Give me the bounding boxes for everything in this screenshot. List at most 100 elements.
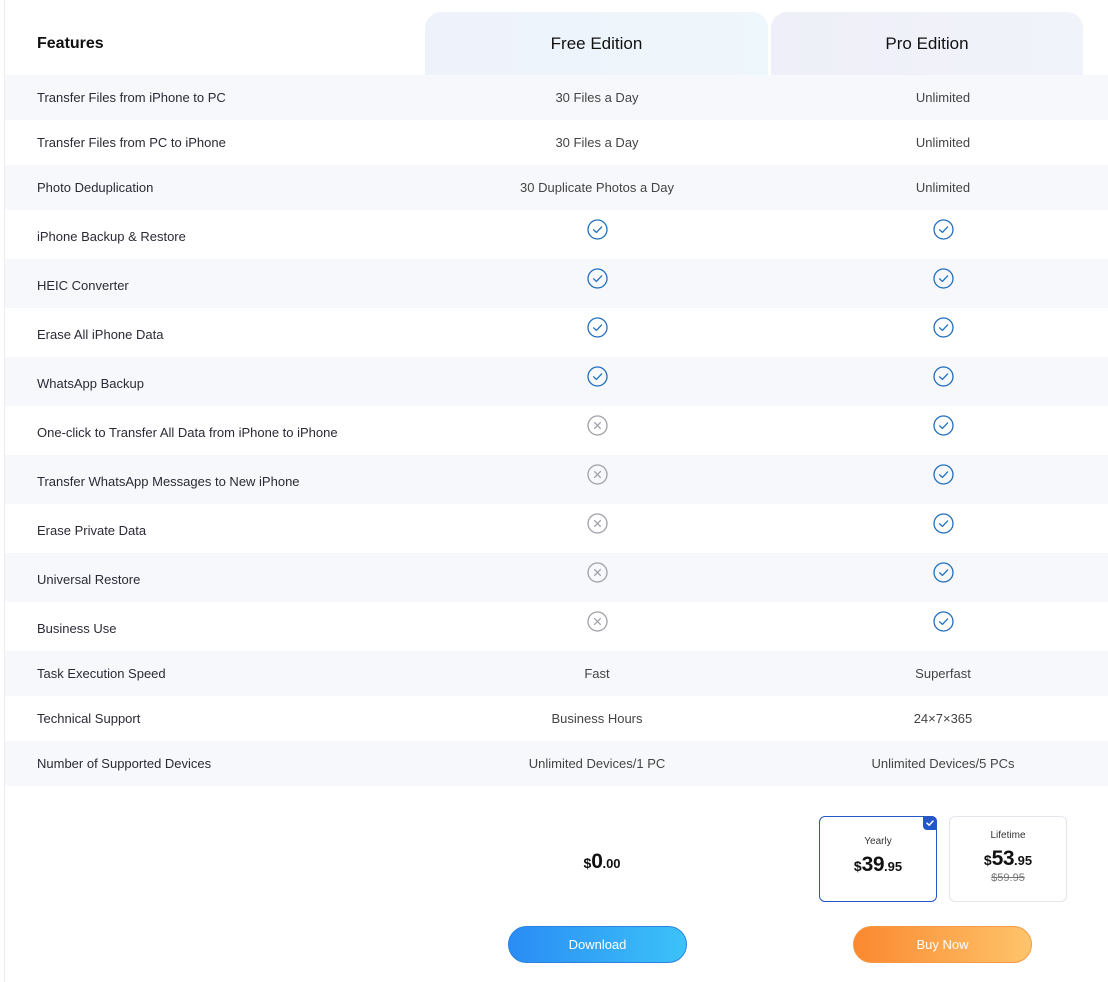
free-check-icon (447, 366, 747, 387)
feature-name: One-click to Transfer All Data from iPho… (37, 425, 338, 440)
free-cross-icon (447, 611, 747, 632)
free-check-icon (447, 268, 747, 289)
table-row: Transfer Files from iPhone to PC 30 Files… (5, 75, 1108, 120)
check-icon (932, 366, 954, 387)
feature-name: HEIC Converter (37, 278, 129, 293)
pro-value: Unlimited (915, 135, 971, 150)
download-button[interactable]: Download (508, 926, 687, 963)
table-row: Universal Restore (5, 553, 1108, 602)
lifetime-currency: $ (983, 852, 992, 868)
check-icon (586, 268, 608, 289)
cross-icon (586, 562, 608, 583)
free-edition-label: Free Edition (550, 33, 643, 53)
check-icon (586, 317, 608, 338)
feature-name: Transfer Files from iPhone to PC (37, 90, 226, 105)
table-row: iPhone Backup & Restore (5, 210, 1108, 259)
table-row: Erase All iPhone Data (5, 308, 1108, 357)
cross-icon (586, 611, 608, 632)
pro-check-icon (793, 317, 1093, 338)
lifetime-cents: .95 (1014, 853, 1033, 868)
feature-name: Task Execution Speed (37, 666, 166, 681)
free-value: Unlimited Devices/1 PC (528, 756, 666, 771)
plan-yearly-price: $39.95 (820, 853, 936, 877)
table-row: Number of Supported Devices Unlimited Dev… (5, 741, 1108, 786)
cross-icon (586, 513, 608, 534)
yearly-whole: 39 (861, 853, 885, 876)
pro-value: Unlimited (915, 180, 971, 195)
free-cross-icon (447, 562, 747, 583)
yearly-cents: .95 (884, 859, 903, 874)
pro-check-icon (793, 219, 1093, 240)
pro-value: Unlimited (915, 90, 971, 105)
pro-check-icon (793, 562, 1093, 583)
feature-name: Business Use (37, 621, 117, 636)
pro-check-icon (793, 464, 1093, 485)
table-row: Task Execution Speed Fast Superfast (5, 651, 1108, 696)
table-row: Transfer WhatsApp Messages to New iPhone (5, 455, 1108, 504)
buy-now-button[interactable]: Buy Now (853, 926, 1032, 963)
free-value: Business Hours (551, 711, 643, 726)
lifetime-original-price: $59.95 (991, 872, 1025, 884)
check-icon (932, 317, 954, 338)
pro-value: Unlimited Devices/5 PCs (871, 756, 1015, 771)
feature-name: Number of Supported Devices (37, 756, 212, 771)
feature-table: Transfer Files from iPhone to PC 30 Files… (5, 75, 1108, 786)
plan-lifetime-label: Lifetime (990, 830, 1026, 841)
pro-edition-label: Pro Edition (885, 33, 969, 53)
selected-check-icon (923, 816, 937, 830)
plan-yearly-label: Yearly (864, 836, 892, 847)
free-price-cents: .00 (602, 856, 621, 871)
lifetime-whole: 53 (991, 847, 1015, 870)
feature-name: iPhone Backup & Restore (37, 229, 186, 244)
table-row: One-click to Transfer All Data from iPho… (5, 406, 1108, 455)
check-icon (932, 415, 954, 436)
feature-name: Photo Deduplication (37, 180, 154, 195)
plan-option-lifetime[interactable]: Lifetime $53.95 $59.95 (949, 816, 1067, 902)
free-value: 30 Files a Day (555, 90, 639, 105)
cross-icon (586, 415, 608, 436)
free-check-icon (447, 219, 747, 240)
feature-name: Transfer Files from PC to iPhone (37, 135, 226, 150)
check-icon (932, 513, 954, 534)
check-icon (932, 611, 954, 632)
comparison-page: Features Free Edition Pro Edition Transf… (4, 0, 1108, 982)
table-row: HEIC Converter (5, 259, 1108, 308)
feature-name: Transfer WhatsApp Messages to New iPhone (37, 474, 300, 489)
pro-value: 24×7×365 (913, 711, 973, 726)
check-icon (932, 268, 954, 289)
check-icon (932, 219, 954, 240)
check-icon (932, 562, 954, 583)
features-heading: Features (37, 35, 104, 52)
free-value: Fast (584, 666, 610, 681)
free-cross-icon (447, 513, 747, 534)
check-icon (586, 366, 608, 387)
table-row: Erase Private Data (5, 504, 1108, 553)
pro-value: Superfast (915, 666, 971, 681)
plan-option-yearly[interactable]: Yearly $39.95 (819, 816, 937, 902)
pro-check-icon (793, 366, 1093, 387)
cross-icon (586, 464, 608, 485)
check-icon (586, 219, 608, 240)
pro-check-icon (793, 611, 1093, 632)
feature-name: Universal Restore (37, 572, 141, 587)
feature-name: WhatsApp Backup (37, 376, 144, 391)
pro-check-icon (793, 415, 1093, 436)
pro-edition-heading: Pro Edition (771, 12, 1083, 75)
pro-check-icon (793, 513, 1093, 534)
table-row: WhatsApp Backup (5, 357, 1108, 406)
yearly-currency: $ (853, 858, 862, 874)
free-price: $0.00 (565, 850, 639, 874)
plan-lifetime-price: $53.95 (950, 847, 1066, 871)
pro-check-icon (793, 268, 1093, 289)
feature-name: Erase All iPhone Data (37, 327, 164, 342)
table-row: Technical Support Business Hours 24×7×365 (5, 696, 1108, 741)
free-value: 30 Files a Day (555, 135, 639, 150)
free-check-icon (447, 317, 747, 338)
table-row: Photo Deduplication 30 Duplicate Photos a… (5, 165, 1108, 210)
free-cross-icon (447, 464, 747, 485)
free-value: 30 Duplicate Photos a Day (520, 180, 674, 195)
check-icon (932, 464, 954, 485)
feature-name: Erase Private Data (37, 523, 147, 538)
free-edition-heading: Free Edition (425, 12, 768, 75)
free-price-whole: 0 (591, 850, 603, 873)
